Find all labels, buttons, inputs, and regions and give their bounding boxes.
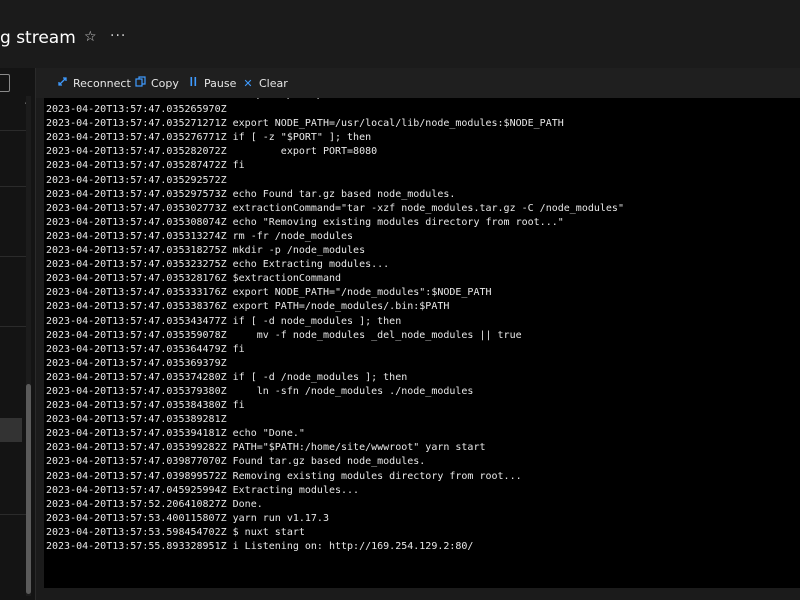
star-icon[interactable]: ☆ xyxy=(84,29,97,45)
log-line: 2023-04-20T13:57:52.206410827Z Done. xyxy=(46,498,263,510)
log-line: 2023-04-20T13:57:47.035297573Z echo Foun… xyxy=(46,188,456,200)
log-line: 2023-04-20T13:57:47.035343477Z if [ -d n… xyxy=(46,315,402,327)
clear-label: Clear xyxy=(259,76,288,90)
log-line: 2023-04-20T13:57:47.035271271Z export NO… xyxy=(46,118,564,130)
toolbar: Reconnect Copy Pause ✕ Clear xyxy=(36,68,800,98)
log-line: 2023-04-20T13:57:47.035384380Z fi xyxy=(46,400,245,412)
sidebar-item-log-stream[interactable] xyxy=(0,418,22,442)
log-line: 2023-04-20T13:57:47.035333176Z export NO… xyxy=(46,287,492,299)
pause-label: Pause xyxy=(204,76,237,90)
ellipsis-icon[interactable]: ··· xyxy=(110,28,126,44)
copy-icon xyxy=(134,76,146,90)
log-line: 2023-04-20T13:57:47.035374280Z if [ -d /… xyxy=(46,371,408,383)
log-line: 2023-04-20T13:57:47.035276771Z if [ -z "… xyxy=(46,132,372,144)
log-line: 2023-04-20T13:57:47.035389281Z xyxy=(46,414,227,426)
bottom-strip xyxy=(36,588,800,600)
log-line: 2023-04-20T13:57:47.035359078Z mv -f nod… xyxy=(46,329,522,341)
log-line: 2023-04-20T13:57:53.598454702Z $ nuxt st… xyxy=(46,526,305,538)
log-line: 2023-04-20T13:57:47.035313274Z rm -fr /n… xyxy=(46,230,354,242)
log-line: 2023-04-20T13:57:47.035364479Z fi xyxy=(46,343,245,355)
log-list: 2023-04-20T13:57:47.0352575682 cd "/home… xyxy=(46,98,624,554)
clear-button[interactable]: ✕ Clear xyxy=(242,75,288,91)
copy-label: Copy xyxy=(151,76,179,90)
log-line: 2023-04-20T13:57:53.400115807Z yarn run … xyxy=(46,512,329,524)
log-console[interactable]: 2023-04-20T13:57:47.0352575682 cd "/home… xyxy=(44,98,800,588)
reconnect-icon xyxy=(56,76,68,90)
page-title: g stream xyxy=(0,28,76,48)
pause-button[interactable]: Pause xyxy=(187,75,236,91)
log-line: 2023-04-20T13:57:47.039877070Z Found tar… xyxy=(46,456,426,468)
log-line: 2023-04-20T13:57:47.035379380Z ln -sfn /… xyxy=(46,385,474,397)
copy-button[interactable]: Copy xyxy=(134,75,179,91)
pause-icon xyxy=(187,76,199,90)
log-line: 2023-04-20T13:57:47.035394181Z echo "Don… xyxy=(46,428,305,440)
sidebar-search-box[interactable] xyxy=(0,74,10,92)
log-line: 2023-04-20T13:57:47.035338376Z export PA… xyxy=(46,301,450,313)
log-line: 2023-04-20T13:57:47.045925994Z Extractin… xyxy=(46,484,360,496)
reconnect-button[interactable]: Reconnect xyxy=(56,75,131,91)
log-line: 2023-04-20T13:57:47.035302773Z extractio… xyxy=(46,202,624,214)
log-line: 2023-04-20T13:57:47.035369379Z xyxy=(46,357,227,369)
log-line: 2023-04-20T13:57:47.035323275Z echo Extr… xyxy=(46,259,390,271)
close-icon: ✕ xyxy=(243,76,253,90)
log-line: 2023-04-20T13:57:55.893328951Z i Listeni… xyxy=(46,541,474,552)
log-line: 2023-04-20T13:57:47.035282072Z export PO… xyxy=(46,146,378,158)
sidebar-scrollbar-thumb[interactable] xyxy=(26,384,31,594)
log-line: 2023-04-20T13:57:47.035287472Z fi xyxy=(46,160,245,172)
reconnect-label: Reconnect xyxy=(73,76,131,90)
log-line: 2023-04-20T13:57:47.035318275Z mkdir -p … xyxy=(46,245,366,257)
log-line: 2023-04-20T13:57:47.035328176Z $extracti… xyxy=(46,273,342,285)
log-line: 2023-04-20T13:57:47.035399282Z PATH="$PA… xyxy=(46,442,486,454)
log-line: 2023-04-20T13:57:47.035308074Z echo "Rem… xyxy=(46,216,564,228)
page-header: g stream ☆ ··· xyxy=(0,0,800,68)
log-line: 2023-04-20T13:57:47.035292572Z xyxy=(46,174,227,186)
log-line: 2023-04-20T13:57:47.039899572Z Removing … xyxy=(46,470,522,482)
log-line: 2023-04-20T13:57:47.035265970Z xyxy=(46,104,227,116)
